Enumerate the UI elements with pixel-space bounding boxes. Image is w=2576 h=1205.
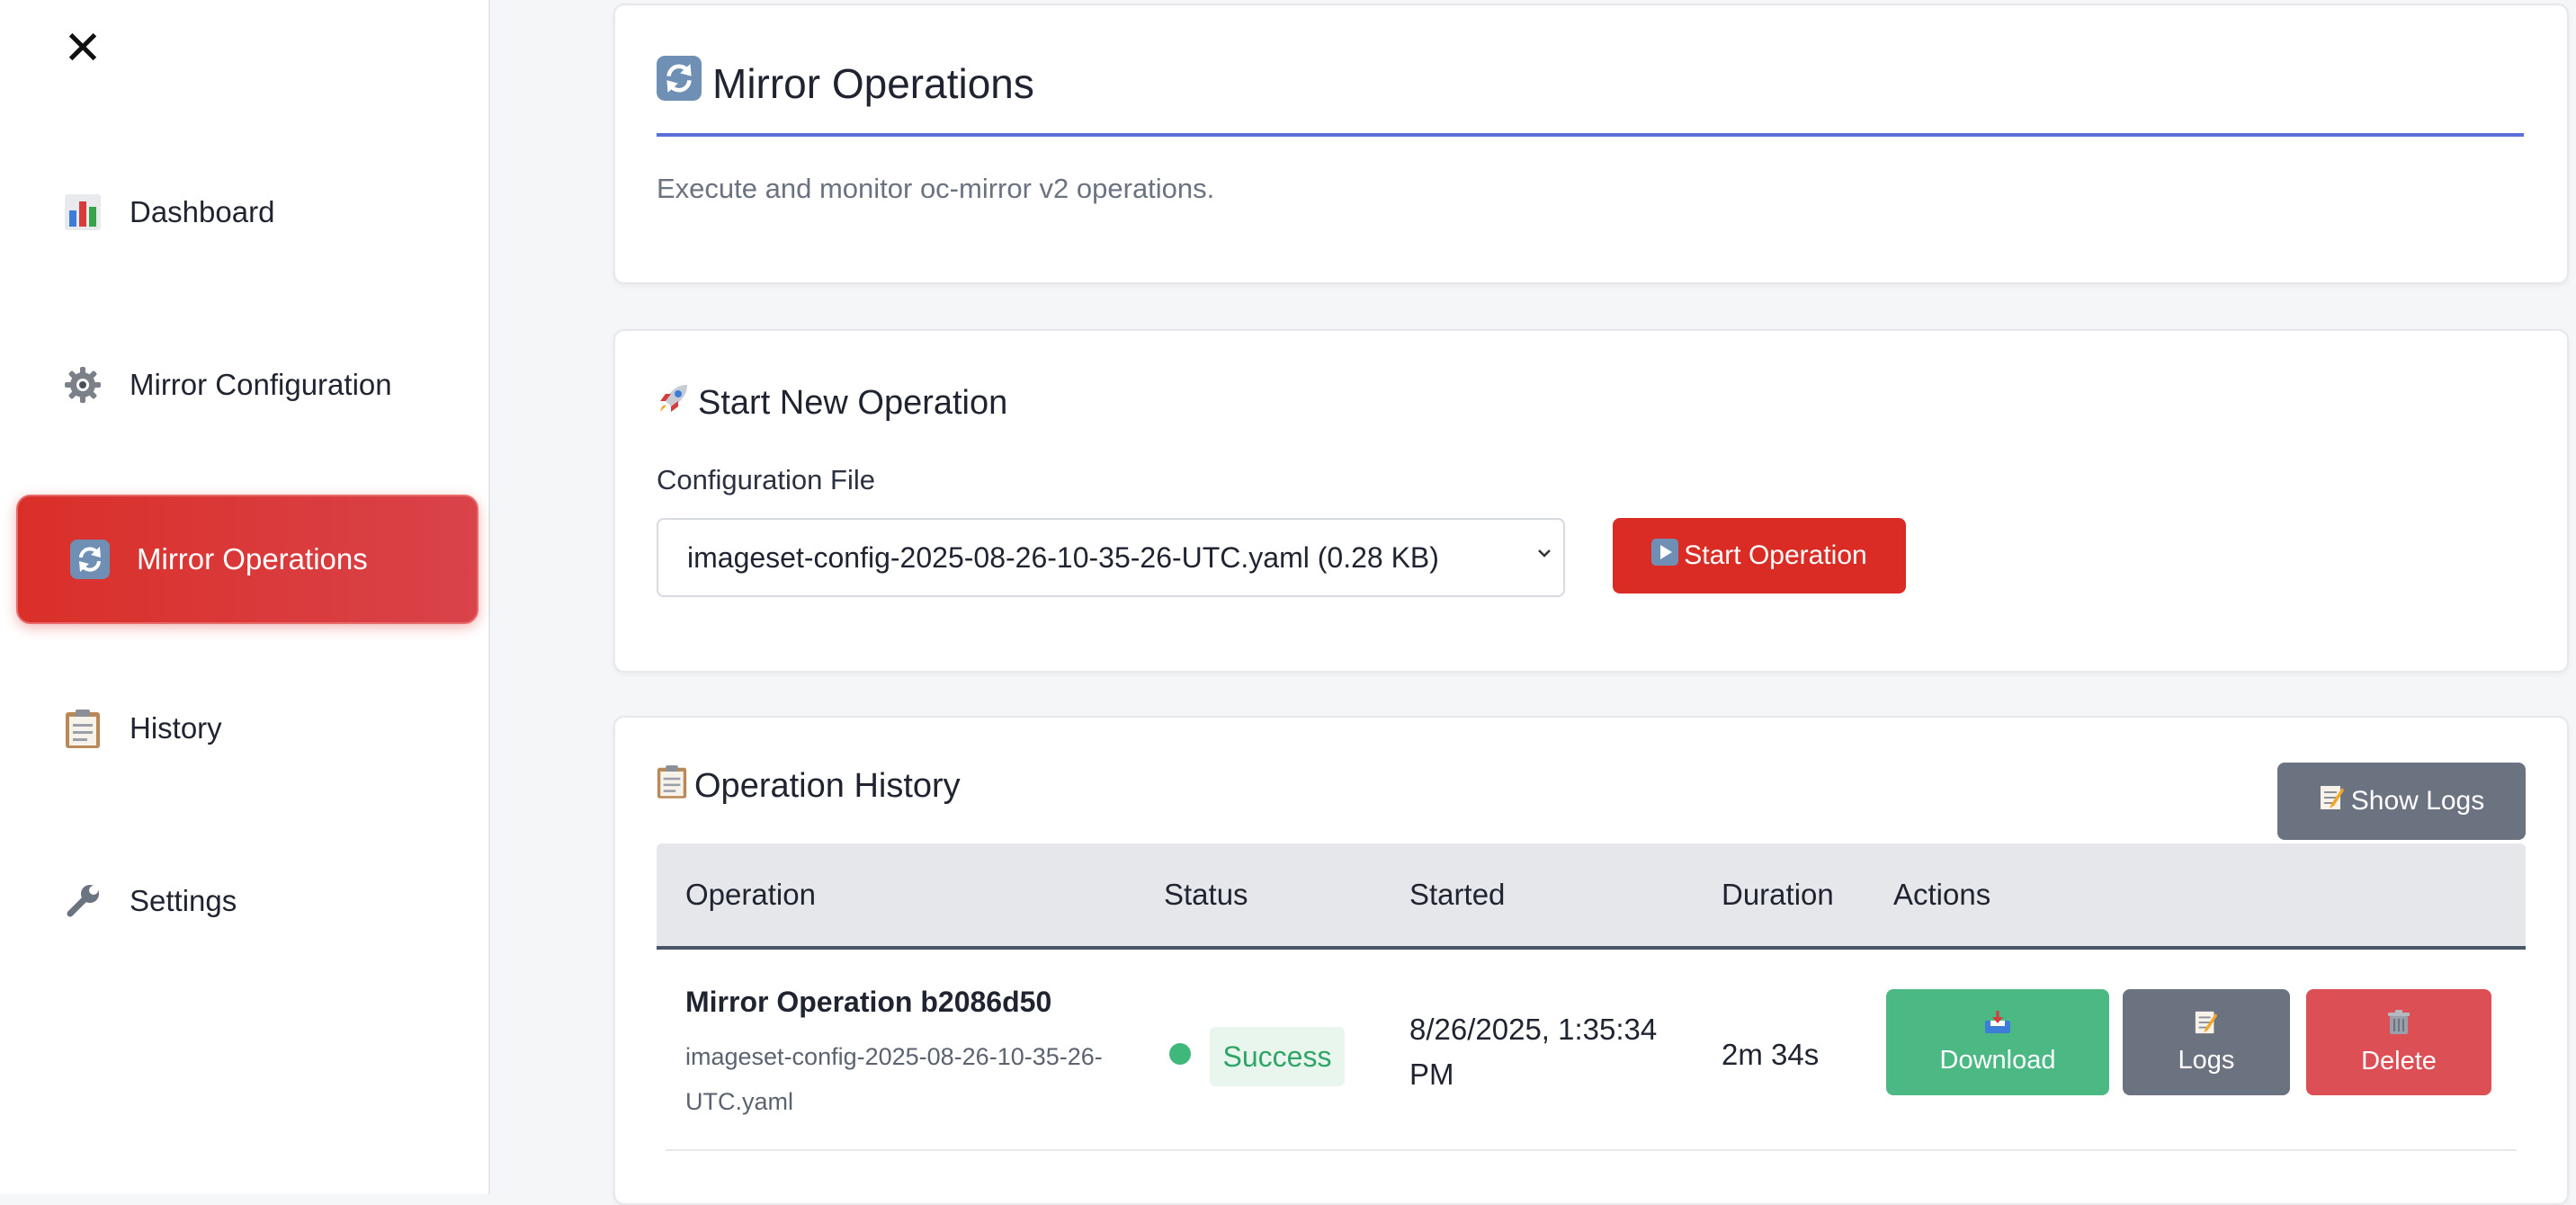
- section-title-operation-history: Operation History: [657, 764, 961, 808]
- sidebar-item-history[interactable]: History: [16, 665, 475, 791]
- clipboard-icon: [657, 764, 687, 808]
- rocket-icon: [657, 381, 691, 424]
- download-label: Download: [1939, 1045, 2056, 1075]
- section-title-text: Start New Operation: [698, 383, 1008, 422]
- sidebar-item-label: Mirror Configuration: [130, 368, 392, 401]
- config-file-label: Configuration File: [657, 464, 875, 495]
- sidebar: ✕ Dashboard Mirror Configuration Mirror …: [0, 0, 490, 1194]
- refresh-icon: [657, 56, 702, 111]
- memo-icon: [2193, 1010, 2220, 1042]
- close-sidebar-button[interactable]: ✕: [58, 23, 108, 74]
- column-header-started: Started: [1409, 878, 1506, 911]
- logs-button[interactable]: Logs: [2123, 989, 2290, 1095]
- operation-config-file: imageset-config-2025-08-26-10-35-26-UTC.…: [685, 1043, 1103, 1115]
- sidebar-item-settings[interactable]: Settings: [16, 838, 475, 964]
- refresh-icon: [68, 538, 112, 581]
- wrench-icon: [61, 879, 104, 923]
- inbox-tray-icon: [1983, 1010, 2012, 1042]
- sidebar-item-mirror-configuration[interactable]: Mirror Configuration: [16, 322, 475, 448]
- delete-label: Delete: [2361, 1046, 2437, 1076]
- start-operation-card: Start New Operation Configuration File i…: [613, 329, 2569, 673]
- sidebar-item-dashboard[interactable]: Dashboard: [16, 149, 475, 275]
- show-logs-button[interactable]: Show Logs: [2277, 763, 2526, 840]
- section-title-start-operation: Start New Operation: [657, 381, 1007, 424]
- column-header-actions: Actions: [1893, 878, 1991, 911]
- column-header-duration: Duration: [1722, 878, 1834, 911]
- operation-duration: 2m 34s: [1722, 1038, 1820, 1071]
- status-dot-icon: [1169, 1043, 1191, 1065]
- download-button[interactable]: Download: [1886, 989, 2109, 1095]
- sidebar-item-label: Dashboard: [130, 195, 275, 228]
- sidebar-item-mirror-operations[interactable]: Mirror Operations: [16, 495, 479, 624]
- chevron-down-icon: [1534, 543, 1554, 567]
- column-header-operation: Operation: [685, 878, 816, 911]
- section-title-text: Operation History: [694, 766, 961, 805]
- sidebar-item-label: History: [130, 711, 222, 745]
- column-header-status: Status: [1164, 878, 1248, 911]
- page-description: Execute and monitor oc-mirror v2 operati…: [657, 173, 1215, 204]
- sidebar-item-label: Settings: [130, 884, 237, 917]
- bar-chart-icon: [61, 191, 104, 234]
- table-row: Mirror Operation b2086d50 imageset-confi…: [666, 950, 2517, 1151]
- clipboard-icon: [61, 707, 104, 750]
- delete-button[interactable]: Delete: [2306, 989, 2491, 1095]
- show-logs-label: Show Logs: [2350, 786, 2485, 816]
- page-title: Mirror Operations: [657, 56, 1034, 111]
- config-file-selected-value: imageset-config-2025-08-26-10-35-26-UTC.…: [687, 540, 1439, 574]
- memo-icon: [2319, 784, 2346, 818]
- operation-name: Mirror Operation b2086d50: [685, 986, 1052, 1018]
- title-divider: [657, 133, 2524, 137]
- wastebasket-icon: [2386, 1009, 2411, 1043]
- sidebar-item-label: Mirror Operations: [137, 542, 368, 576]
- start-operation-button[interactable]: Start Operation: [1613, 518, 1906, 594]
- table-header: Operation Status Started Duration Action…: [657, 844, 2526, 950]
- operation-history-card: Operation History Show Logs Operation St…: [613, 716, 2569, 1205]
- operation-history-table: Operation Status Started Duration Action…: [657, 844, 2526, 1151]
- play-icon: [1651, 539, 1679, 573]
- page-header-card: Mirror Operations Execute and monitor oc…: [613, 4, 2569, 284]
- page-title-text: Mirror Operations: [712, 59, 1034, 107]
- start-operation-label: Start Operation: [1684, 540, 1867, 570]
- gear-icon: [61, 363, 104, 406]
- config-file-select[interactable]: imageset-config-2025-08-26-10-35-26-UTC.…: [657, 518, 1565, 597]
- status-badge: Success: [1210, 1027, 1345, 1086]
- operation-started: 8/26/2025, 1:35:34 PM: [1409, 1013, 1658, 1091]
- logs-label: Logs: [2178, 1045, 2235, 1075]
